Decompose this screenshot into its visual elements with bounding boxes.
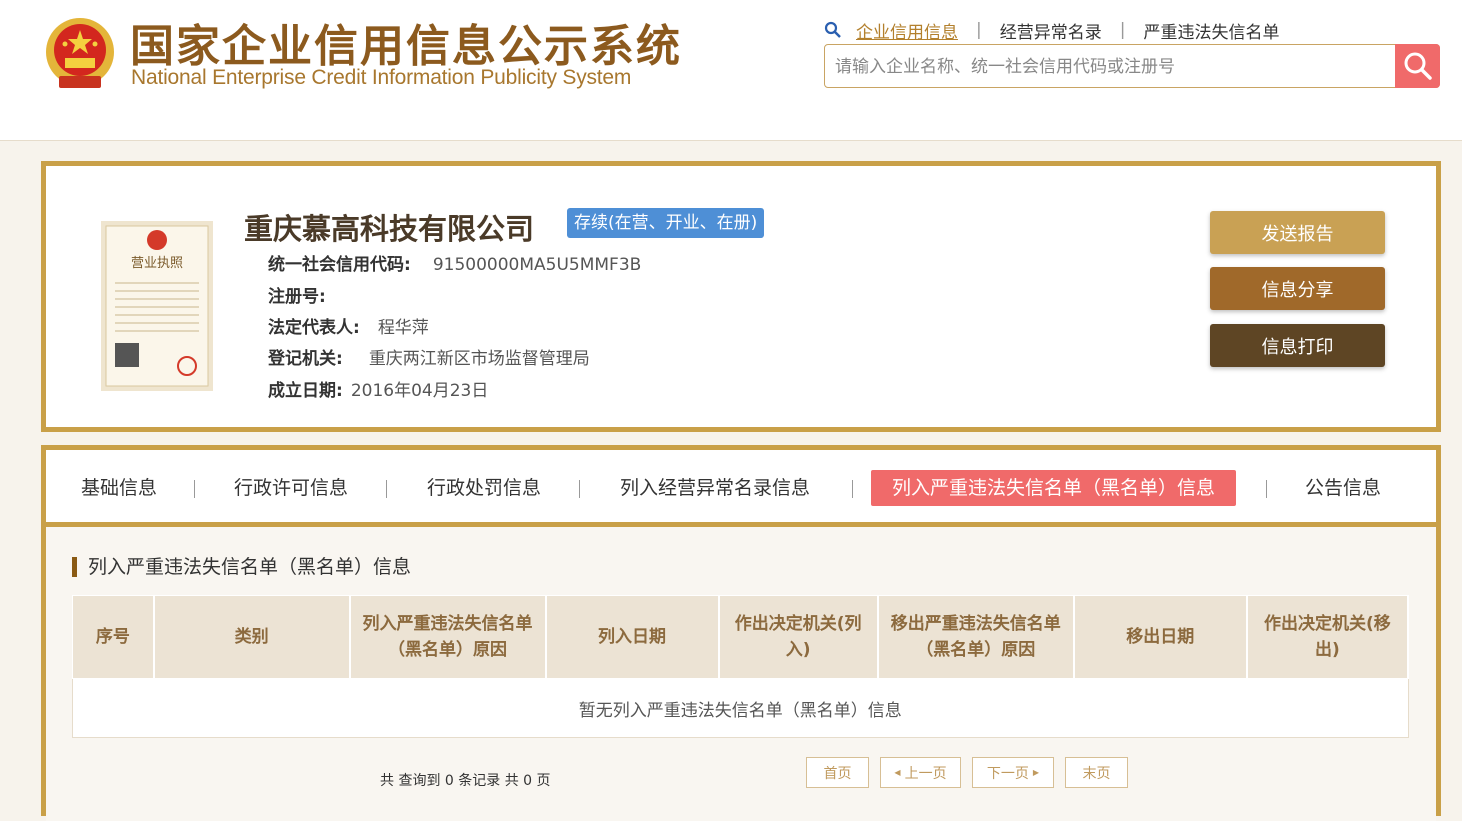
- legal-representative-value: 程华萍: [377, 318, 429, 338]
- blacklist-panel: 列入严重违法失信名单（黑名单）信息 序号 类别 列入严重违法失信名单（黑名单）原…: [46, 527, 1436, 821]
- column-header: 列入严重违法失信名单（黑名单）原因: [349, 595, 547, 679]
- company-summary-card: 营业执照 重庆慕高科技有限公司 存续(在营、开业、在册) 统一社会信用代码: 91…: [41, 161, 1441, 432]
- credit-code-label: 统一社会信用代码:: [268, 255, 411, 275]
- last-page-button[interactable]: 末页: [1065, 757, 1128, 788]
- column-header: 序号: [71, 595, 155, 679]
- business-license-image: 营业执照: [101, 221, 213, 391]
- tab-basic-info[interactable]: 基础信息: [81, 470, 157, 506]
- tab-administrative-penalty[interactable]: 行政处罚信息: [427, 470, 541, 506]
- nav-enterprise-credit-info[interactable]: 企业信用信息: [856, 18, 958, 43]
- nav-serious-violation-list[interactable]: 严重违法失信名单: [1143, 18, 1279, 43]
- company-name: 重庆慕高科技有限公司: [244, 212, 535, 246]
- record-summary: 共 查询到 0 条记录 共 0 页: [380, 773, 551, 789]
- search-icon: [824, 21, 841, 38]
- registration-authority-label: 登记机关:: [268, 349, 343, 369]
- detail-card: 基础信息 行政许可信息 行政处罚信息 列入经营异常名录信息 列入严重违法失信名单…: [41, 445, 1441, 821]
- credit-code-value: 91500000MA5U5MMF3B: [432, 255, 642, 275]
- search-input[interactable]: [833, 53, 1397, 81]
- prev-page-label: 上一页: [904, 765, 947, 782]
- site-header: 国家企业信用信息公示系统 National Enterprise Credit …: [0, 0, 1462, 141]
- credit-code-row: 统一社会信用代码: 91500000MA5U5MMF3B: [268, 250, 641, 275]
- next-page-button[interactable]: 下一页 ▶: [972, 757, 1054, 788]
- registration-authority-value: 重庆两江新区市场监督管理局: [368, 349, 590, 369]
- establishment-date-row: 成立日期: 2016年04月23日: [268, 376, 488, 401]
- establishment-date-value: 2016年04月23日: [350, 381, 489, 401]
- first-page-label: 首页: [823, 765, 852, 782]
- tab-separator: [386, 480, 387, 498]
- site-title: 国家企业信用信息公示系统: [130, 21, 682, 72]
- chevron-left-icon: ◀: [894, 768, 901, 777]
- nav-separator: |: [976, 20, 982, 40]
- tab-serious-violation-blacklist[interactable]: 列入严重违法失信名单（黑名单）信息: [871, 470, 1237, 506]
- tab-announcements[interactable]: 公告信息: [1305, 470, 1381, 506]
- table-row: 暂无列入严重违法失信名单（黑名单）信息: [72, 678, 1409, 738]
- license-title: 营业执照: [131, 256, 183, 271]
- top-nav: 企业信用信息 | 经营异常名录 | 严重违法失信名单: [824, 16, 1279, 44]
- column-header: 列入日期: [545, 595, 720, 679]
- tab-separator: [852, 480, 853, 498]
- share-info-button[interactable]: 信息分享: [1210, 267, 1385, 310]
- tab-administrative-license[interactable]: 行政许可信息: [234, 470, 348, 506]
- send-report-button[interactable]: 发送报告: [1210, 211, 1385, 254]
- tab-separator: [194, 480, 195, 498]
- section-title: 列入严重违法失信名单（黑名单）信息: [72, 557, 411, 577]
- chevron-right-icon: ▶: [1032, 768, 1040, 777]
- first-page-button[interactable]: 首页: [806, 757, 869, 788]
- prev-page-button[interactable]: ◀ 上一页: [880, 757, 961, 788]
- magnifier-icon: [1404, 52, 1432, 80]
- next-page-label: 下一页: [986, 765, 1029, 782]
- registration-number-label: 注册号:: [268, 287, 326, 307]
- column-header: 作出决定机关(列入): [718, 595, 879, 679]
- tab-separator: [1266, 480, 1267, 498]
- registration-authority-row: 登记机关: 重庆两江新区市场监督管理局: [268, 344, 590, 369]
- column-header: 移出严重违法失信名单（黑名单）原因: [877, 595, 1075, 679]
- status-badge: 存续(在营、开业、在册): [567, 208, 765, 238]
- blacklist-table: 序号 类别 列入严重违法失信名单（黑名单）原因 列入日期 作出决定机关(列入) …: [71, 595, 1410, 738]
- tab-abnormal-operation[interactable]: 列入经营异常名录信息: [620, 470, 810, 506]
- tab-separator: [579, 480, 580, 498]
- national-emblem-icon: [46, 18, 114, 88]
- legal-representative-label: 法定代表人:: [268, 318, 360, 338]
- site-title-english: National Enterprise Credit Information P…: [131, 66, 632, 89]
- tab-bar: 基础信息 行政许可信息 行政处罚信息 列入经营异常名录信息 列入严重违法失信名单…: [46, 450, 1436, 527]
- legal-representative-row: 法定代表人: 程华萍: [268, 313, 429, 338]
- establishment-date-label: 成立日期:: [268, 381, 343, 401]
- last-page-label: 末页: [1082, 765, 1111, 782]
- table-header-row: 序号 类别 列入严重违法失信名单（黑名单）原因 列入日期 作出决定机关(列入) …: [71, 595, 1410, 679]
- search-button[interactable]: [1395, 44, 1440, 88]
- column-header: 作出决定机关(移出): [1246, 595, 1410, 679]
- column-header: 类别: [153, 595, 351, 679]
- print-info-button[interactable]: 信息打印: [1210, 324, 1385, 367]
- column-header: 移出日期: [1073, 595, 1248, 679]
- nav-abnormal-operation-list[interactable]: 经营异常名录: [1000, 18, 1102, 43]
- registration-number-row: 注册号:: [268, 282, 344, 307]
- search-box: [824, 44, 1440, 88]
- nav-separator: |: [1119, 20, 1126, 40]
- empty-message: 暂无列入严重违法失信名单（黑名单）信息: [72, 678, 1409, 738]
